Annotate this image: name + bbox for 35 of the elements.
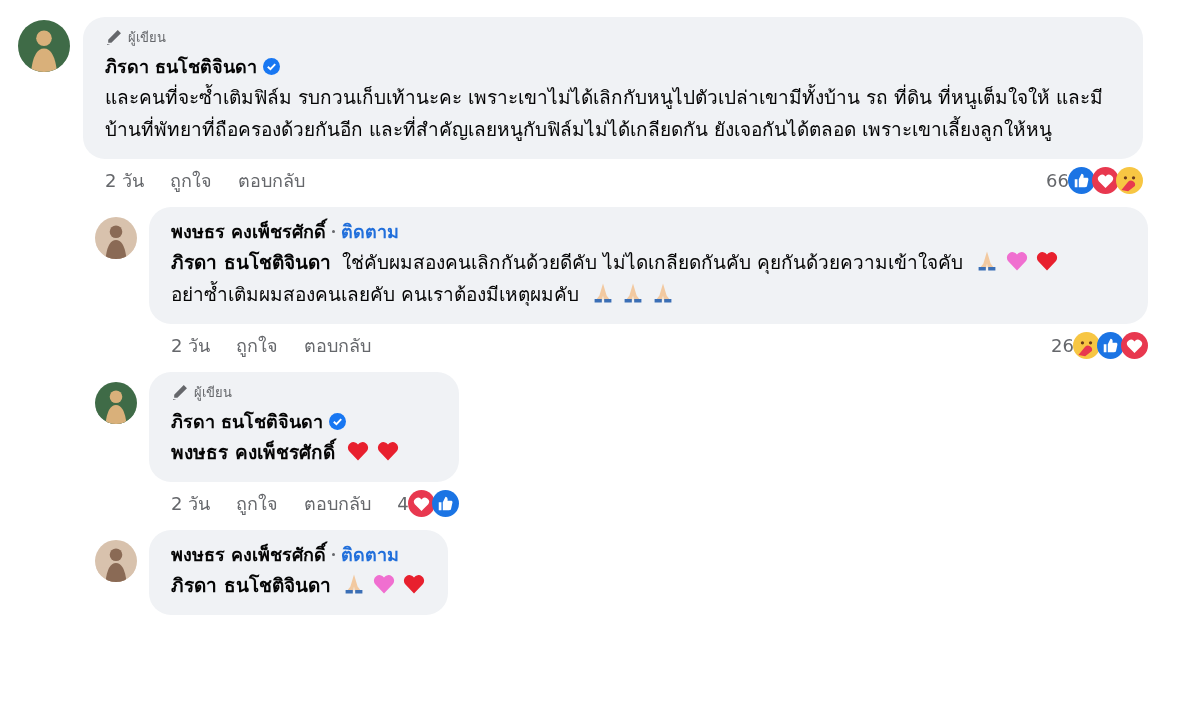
heart-icon [376, 439, 401, 463]
author-name[interactable]: พงษธร คงเพ็ชรศักดิ์ [171, 217, 327, 246]
author-name[interactable]: ภิรดา ธนโชติจินดา [171, 407, 324, 436]
reply-link[interactable]: ตอบกลับ [304, 488, 372, 518]
separator-dot [332, 553, 336, 556]
timestamp[interactable]: 2 วัน [171, 330, 211, 360]
follow-link[interactable]: ติดตาม [341, 217, 400, 246]
mention-link[interactable]: ภิรดา ธนโชติจินดา [171, 251, 331, 273]
follow-link[interactable]: ติดตาม [341, 540, 400, 569]
pen-icon [105, 29, 122, 46]
like-link[interactable]: ถูกใจ [170, 165, 213, 195]
pen-icon [171, 384, 188, 401]
mention-link[interactable]: ภิรดา ธนโชติจินดา [171, 574, 331, 596]
reply-link[interactable]: ตอบกลับ [304, 330, 372, 360]
timestamp[interactable]: 2 วัน [171, 488, 211, 518]
heart-icon [402, 572, 427, 596]
reply-link[interactable]: ตอบกลับ [238, 165, 306, 195]
heart-icon [1035, 249, 1060, 273]
heart-icon [346, 439, 371, 463]
heart-icon [372, 572, 397, 596]
comment-text: อย่าซ้ำเติมผมสองคนเลยคับ คนเราต้องมีเหตุผมคับ [171, 283, 580, 305]
separator-dot [332, 230, 336, 233]
reaction-count[interactable]: 26 [1051, 334, 1074, 356]
author-name[interactable]: ภิรดา ธนโชติจินดา [105, 52, 258, 81]
comment-text: และคนที่จะซ้ำเติมฟิล์ม รบกวนเก็บเท้านะคะ เพราะเขาไม่ได้เลิกกับหนูไปตัวเปล่าเขามีทั้งบ้าน รถ ที่ดิน ที่หนูเต็มใจให้ และมีบ้านที่พัทยาที่ถือครองด้วยกันอีก และที่สำคัญเลยหนูกับฟิล์มไม่ได้เกลียดกัน ยังเจอกันได้ตลอด เพราะเขาเลี้ยงลูกให้หนู [105, 86, 1104, 140]
comment-text: ใช่คับผมสองคนเลิกกันด้วยดีคับ ไม่ไดเกลียดกันคับ คุยกันด้วยความเข้าใจคับ [342, 251, 964, 273]
reaction-count[interactable]: 4 [397, 492, 409, 514]
author-label: ผู้เขียน [128, 29, 166, 48]
author-label: ผู้เขียน [194, 384, 232, 403]
like-link[interactable]: ถูกใจ [236, 488, 279, 518]
reaction-count[interactable]: 66 [1046, 169, 1069, 191]
timestamp[interactable]: 2 วัน [105, 165, 145, 195]
like-link[interactable]: ถูกใจ [236, 330, 279, 360]
author-name[interactable]: พงษธร คงเพ็ชรศักดิ์ [171, 540, 327, 569]
heart-icon [1005, 249, 1030, 273]
